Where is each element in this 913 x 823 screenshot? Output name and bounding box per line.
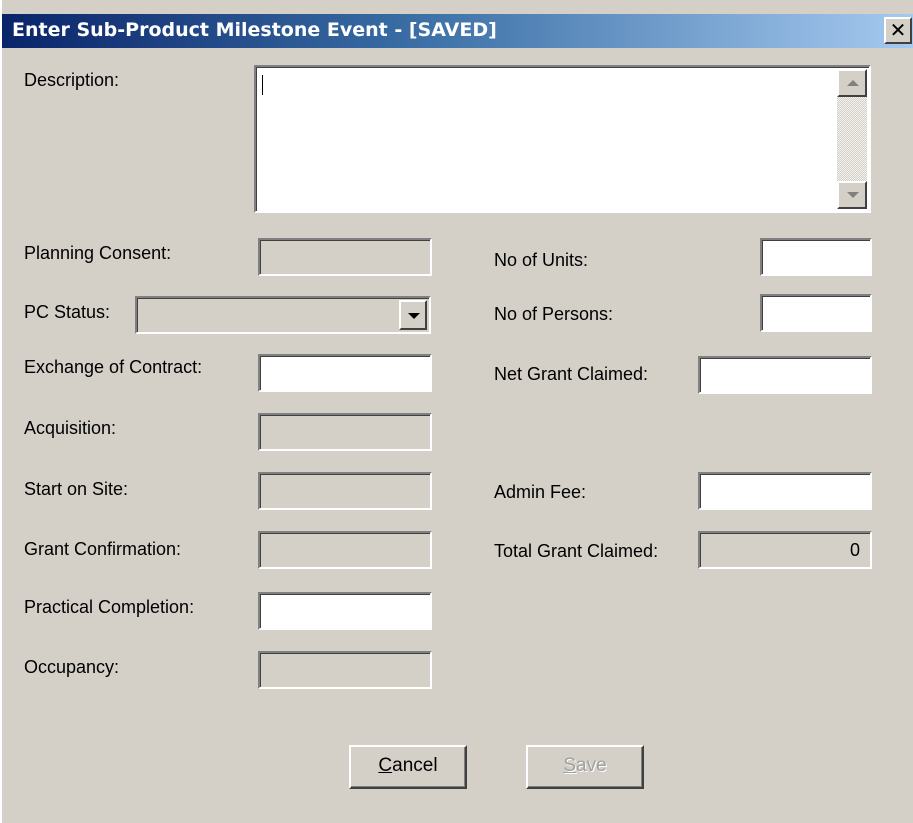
description-textarea[interactable] [254, 65, 871, 213]
acquisition-label: Acquisition: [24, 418, 117, 438]
practical-completion-label: Practical Completion: [24, 597, 195, 617]
pc-status-dropdown[interactable] [135, 296, 431, 334]
pc-status-dropdown-button[interactable] [399, 300, 427, 330]
no-of-persons-field[interactable] [760, 294, 872, 332]
admin-fee-field[interactable] [698, 472, 872, 510]
close-button[interactable]: ✕ [884, 17, 912, 44]
cancel-button-label: ancel [392, 755, 438, 776]
grant-confirmation-label: Grant Confirmation: [24, 539, 182, 559]
no-of-units-label: No of Units: [494, 250, 589, 270]
chevron-down-icon [408, 313, 420, 319]
planning-consent-field [258, 238, 432, 276]
scroll-down-button[interactable] [837, 181, 867, 209]
arrow-down-icon [847, 192, 859, 198]
arrow-up-icon [847, 80, 859, 86]
close-icon: ✕ [889, 18, 907, 42]
description-label: Description: [24, 70, 120, 90]
title-bar[interactable]: Enter Sub-Product Milestone Event - [SAV… [2, 14, 913, 48]
practical-completion-field[interactable] [258, 592, 432, 630]
window-title: Enter Sub-Product Milestone Event - [SAV… [12, 19, 497, 41]
pc-status-label: PC Status: [24, 302, 111, 322]
admin-fee-label: Admin Fee: [494, 482, 587, 502]
planning-consent-label: Planning Consent: [24, 243, 172, 263]
cancel-button[interactable]: Cancel [349, 745, 467, 789]
cancel-mnemonic: C [378, 755, 393, 776]
save-mnemonic: S [563, 755, 577, 776]
total-grant-claimed-label: Total Grant Claimed: [494, 541, 659, 561]
net-grant-claimed-label: Net Grant Claimed: [494, 364, 649, 384]
start-on-site-label: Start on Site: [24, 479, 129, 499]
scroll-up-button[interactable] [837, 69, 867, 97]
start-on-site-field [258, 472, 432, 510]
occupancy-label: Occupancy: [24, 657, 120, 677]
description-scrollbar[interactable] [837, 69, 867, 209]
total-grant-claimed-field: 0 [698, 531, 872, 569]
save-button[interactable]: Save [526, 745, 644, 789]
no-of-units-field[interactable] [760, 238, 872, 276]
save-button-label: ave [576, 755, 607, 776]
text-caret [262, 75, 263, 95]
exchange-of-contract-field[interactable] [258, 354, 432, 392]
exchange-of-contract-label: Exchange of Contract: [24, 357, 203, 377]
milestone-dialog: Enter Sub-Product Milestone Event - [SAV… [0, 0, 913, 823]
no-of-persons-label: No of Persons: [494, 304, 614, 324]
net-grant-claimed-field[interactable] [698, 356, 872, 394]
occupancy-field [258, 651, 432, 689]
grant-confirmation-field [258, 531, 432, 569]
acquisition-field [258, 413, 432, 451]
